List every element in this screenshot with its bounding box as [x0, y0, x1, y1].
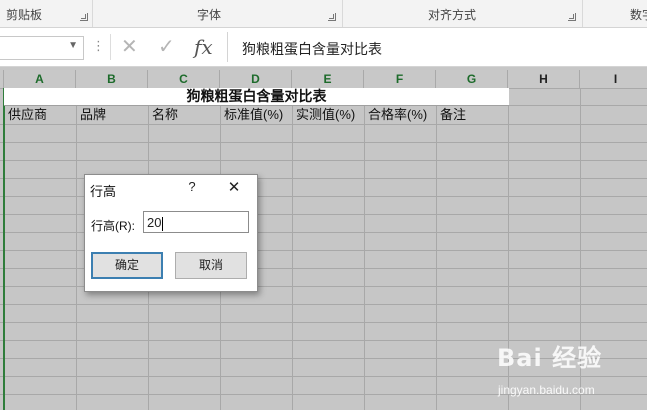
column-header[interactable]: G [436, 70, 508, 88]
header-cell-name[interactable]: 名称 [150, 106, 178, 124]
header-cell-supplier[interactable]: 供应商 [6, 106, 47, 124]
column-header[interactable]: B [76, 70, 148, 88]
help-icon[interactable]: ? [185, 179, 199, 194]
formula-text: 狗粮粗蛋白含量对比表 [242, 41, 382, 57]
close-icon[interactable]: ✕ [121, 32, 138, 62]
header-cell-passrate[interactable]: 合格率(%) [366, 106, 427, 124]
column-header[interactable]: E [292, 70, 364, 88]
header-cell-brand[interactable]: 品牌 [78, 106, 106, 124]
watermark-url: jingyan.baidu.com [498, 383, 595, 397]
row-height-input[interactable]: 20 [143, 211, 249, 233]
row-height-value: 20 [147, 215, 162, 230]
dialog-launcher-icon[interactable] [568, 13, 576, 21]
selection-border [3, 88, 5, 410]
ribbon-group-label-clipboard: 剪贴板 [6, 8, 43, 22]
merged-title-cell[interactable]: 狗粮粗蛋白含量对比表 [4, 88, 509, 106]
chevron-down-icon[interactable]: ▼ [68, 40, 78, 51]
ribbon-group-clipboard: 剪贴板 [0, 0, 93, 27]
ribbon-group-alignment: 对齐方式 [342, 0, 583, 27]
ribbon-group-label-alignment: 对齐方式 [428, 8, 477, 22]
ribbon-group-font: 字体 [92, 0, 343, 27]
formula-input[interactable]: 狗粮粗蛋白含量对比表 [227, 32, 647, 62]
header-cell-measured[interactable]: 实测值(%) [294, 106, 355, 124]
header-cell-standard[interactable]: 标准值(%) [222, 106, 283, 124]
insert-function-icon[interactable]: fx [194, 32, 213, 62]
sheet-title: 狗粮粗蛋白含量对比表 [186, 88, 327, 104]
row-height-label: 行高(R): [91, 219, 135, 233]
dialog-title: 行高 [90, 184, 117, 199]
column-header[interactable]: H [508, 70, 580, 88]
more-options-icon[interactable]: ⋮ [92, 38, 105, 54]
dialog-launcher-icon[interactable] [328, 13, 336, 21]
watermark-brand: Bai 经验 [497, 344, 603, 372]
baidu-jingyan-watermark: Bai 经验 jingyan.baidu.com [497, 338, 647, 410]
column-header-bar: A B C D E F G H I [0, 70, 647, 89]
row-height-dialog: 行高 ? ✕ 行高(R): 20 确定 取消 [84, 174, 258, 292]
column-header[interactable]: I [580, 70, 647, 88]
column-header[interactable]: C [148, 70, 220, 88]
formula-bar-divider [110, 34, 111, 60]
dialog-launcher-icon[interactable] [80, 13, 88, 21]
column-header[interactable]: F [364, 70, 436, 88]
text-caret [162, 216, 164, 231]
cancel-button[interactable]: 取消 [175, 252, 247, 279]
close-icon[interactable]: ✕ [225, 178, 243, 196]
ok-button[interactable]: 确定 [91, 252, 163, 279]
column-header[interactable]: A [4, 70, 76, 88]
ribbon-group-number: 数字 [582, 0, 647, 27]
ribbon-group-label-font: 字体 [197, 8, 222, 22]
header-cell-notes[interactable]: 备注 [438, 106, 466, 124]
ribbon-group-label-number: 数字 [630, 8, 647, 22]
ribbon-group-bar: 剪贴板 字体 对齐方式 数字 [0, 0, 647, 28]
column-header[interactable]: D [220, 70, 292, 88]
name-box[interactable]: ▼ [0, 36, 84, 60]
formula-bar: ▼ ⋮ ✕ ✓ fx 狗粮粗蛋白含量对比表 [0, 28, 647, 67]
checkmark-icon[interactable]: ✓ [158, 32, 175, 62]
